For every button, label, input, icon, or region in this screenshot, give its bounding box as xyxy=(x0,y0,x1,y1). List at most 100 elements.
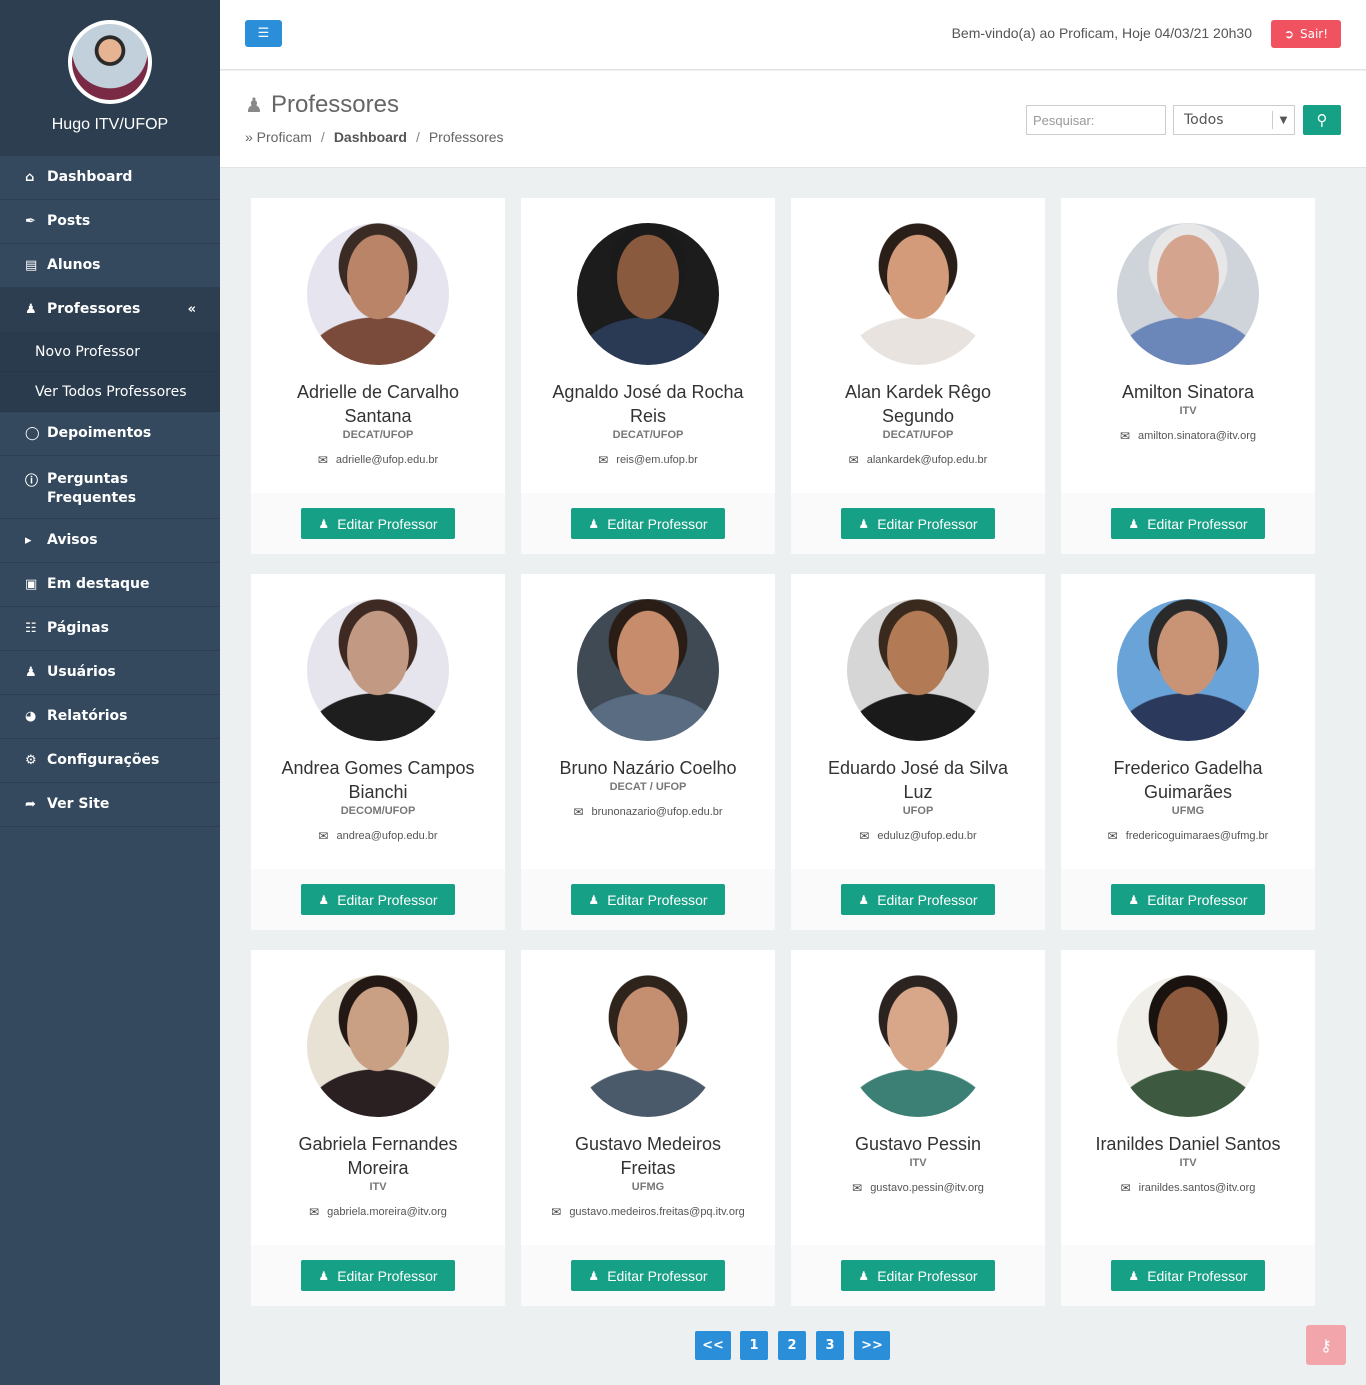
breadcrumb-proficam[interactable]: » Proficam xyxy=(245,129,312,145)
edit-professor-label: Editar Professor xyxy=(877,1267,978,1284)
sitemap-icon: ☷ xyxy=(25,621,37,636)
edit-professor-button[interactable]: ♟ Editar Professor xyxy=(571,508,725,539)
user-icon: ♟ xyxy=(1128,892,1140,907)
edit-professor-button[interactable]: ♟ Editar Professor xyxy=(841,1260,995,1291)
professor-institution: ITV xyxy=(369,1181,387,1193)
logout-button[interactable]: ➲ Sair! xyxy=(1271,20,1341,48)
professor-card-footer: ♟ Editar Professor xyxy=(251,1245,505,1306)
breadcrumb: » Proficam / Dashboard / Professores xyxy=(245,129,504,145)
envelope-icon: ✉ xyxy=(318,829,329,843)
edit-professor-button[interactable]: ♟ Editar Professor xyxy=(1111,884,1265,915)
breadcrumb-dashboard[interactable]: Dashboard xyxy=(334,129,407,145)
key-icon: ⚷ xyxy=(1320,1335,1332,1355)
pagination-page-3[interactable]: 3 xyxy=(816,1331,844,1360)
professor-photo xyxy=(1117,223,1259,365)
professor-email-text: amilton.sinatora@itv.org xyxy=(1138,430,1257,442)
sidebar-item-ver-site[interactable]: ➦ Ver Site xyxy=(0,783,220,827)
filter-select[interactable]: Todos ▼ xyxy=(1173,105,1295,135)
pagination-page-2[interactable]: 2 xyxy=(778,1331,806,1360)
edit-professor-button[interactable]: ♟ Editar Professor xyxy=(841,884,995,915)
avatar[interactable] xyxy=(68,20,152,104)
sidebar-item-perguntas-frequentes[interactable]: ⓘ Perguntas Frequentes xyxy=(0,456,220,519)
professor-email-text: alankardek@ufop.edu.br xyxy=(866,454,988,466)
edit-professor-button[interactable]: ♟ Editar Professor xyxy=(1111,1260,1265,1291)
sidebar-item-professores[interactable]: ♟ Professores « xyxy=(0,288,220,332)
sidebar-item-alunos[interactable]: ▤ Alunos xyxy=(0,244,220,288)
professor-card-footer: ♟ Editar Professor xyxy=(521,493,775,554)
pagination-next-button[interactable]: >> xyxy=(854,1331,890,1360)
edit-professor-label: Editar Professor xyxy=(337,891,438,908)
sidebar-item-dashboard[interactable]: ⌂ Dashboard xyxy=(0,156,220,200)
profile-section: Hugo ITV/UFOP xyxy=(0,0,220,156)
professor-institution: UFOP xyxy=(902,805,934,817)
professor-photo xyxy=(577,223,719,365)
professor-email-text: andrea@ufop.edu.br xyxy=(336,830,438,842)
page-title-text: Professores xyxy=(270,91,399,118)
professor-card-body: Frederico Gadelha Guimarães UFMG ✉ frederic… xyxy=(1061,574,1315,869)
sidebar-item-label: Usuários xyxy=(47,664,116,680)
user-icon: ♟ xyxy=(588,1268,600,1283)
edit-professor-button[interactable]: ♟ Editar Professor xyxy=(301,1260,455,1291)
filter-select-value: Todos xyxy=(1184,112,1224,128)
sidebar-item-label: Professores xyxy=(47,301,141,317)
sidebar-item-depoimentos[interactable]: ◯ Depoimentos xyxy=(0,412,220,456)
breadcrumb-separator: / xyxy=(320,129,325,145)
search-input[interactable] xyxy=(1026,105,1166,135)
page-header: ♟ Professores » Proficam / Dashboard / Profe… xyxy=(220,71,1366,168)
edit-professor-button[interactable]: ♟ Editar Professor xyxy=(301,508,455,539)
sidebar-item-label: Ver Site xyxy=(47,796,110,812)
envelope-icon: ✉ xyxy=(1107,829,1118,843)
sidebar-item-paginas[interactable]: ☷ Páginas xyxy=(0,607,220,651)
professor-card-footer: ♟ Editar Professor xyxy=(791,1245,1045,1306)
key-shortcut-button[interactable]: ⚷ xyxy=(1306,1325,1346,1365)
edit-professor-button[interactable]: ♟ Editar Professor xyxy=(1111,508,1265,539)
professor-institution: DECAT / UFOP xyxy=(609,781,687,793)
page-title: ♟ Professores xyxy=(245,91,399,119)
sidebar-subitem-ver-todos-professores[interactable]: Ver Todos Professores xyxy=(0,372,220,412)
sidebar-item-relatorios[interactable]: ◕ Relatórios xyxy=(0,695,220,739)
sidebar-subitem-novo-professor[interactable]: Novo Professor xyxy=(0,332,220,372)
professor-email-text: gustavo.medeiros.freitas@pq.itv.org xyxy=(569,1206,745,1218)
search-button[interactable]: ⚲ xyxy=(1303,105,1341,135)
edit-professor-button[interactable]: ♟ Editar Professor xyxy=(841,508,995,539)
collapse-chevron-icon[interactable]: « xyxy=(188,302,196,317)
users-icon: ♟ xyxy=(25,665,37,680)
gears-icon: ⚙ xyxy=(25,753,37,768)
sidebar-item-usuarios[interactable]: ♟ Usuários xyxy=(0,651,220,695)
professor-photo xyxy=(307,975,449,1117)
menu-toggle-button[interactable]: ☰ xyxy=(245,20,282,47)
envelope-icon: ✉ xyxy=(852,1181,863,1195)
user-icon: ♟ xyxy=(318,892,330,907)
professor-photo xyxy=(307,599,449,741)
user-icon: ♟ xyxy=(1128,1268,1140,1283)
edit-professor-label: Editar Professor xyxy=(337,515,438,532)
logout-icon: ➲ xyxy=(1283,27,1294,41)
user-icon: ♟ xyxy=(1128,516,1140,531)
pie-chart-icon: ◕ xyxy=(25,709,37,724)
professor-photo xyxy=(1117,599,1259,741)
professor-email-text: brunonazario@ufop.edu.br xyxy=(591,806,723,818)
edit-professor-button[interactable]: ♟ Editar Professor xyxy=(571,1260,725,1291)
envelope-icon: ✉ xyxy=(1119,429,1131,443)
envelope-icon: ✉ xyxy=(309,1205,320,1219)
professor-email-text: eduluz@ufop.edu.br xyxy=(877,830,977,842)
sidebar-item-em-destaque[interactable]: ▣ Em destaque xyxy=(0,563,220,607)
sidebar-item-posts[interactable]: ✒ Posts xyxy=(0,200,220,244)
edit-professor-button[interactable]: ♟ Editar Professor xyxy=(571,884,725,915)
pagination-page-1[interactable]: 1 xyxy=(740,1331,768,1360)
chevron-down-icon: ▼ xyxy=(1272,111,1294,129)
professor-card-body: Gustavo Medeiros Freitas UFMG ✉ gustavo.med… xyxy=(521,950,775,1245)
envelope-icon: ✉ xyxy=(848,453,859,467)
professor-card-body: Gabriela Fernandes Moreira ITV ✉ gabriela.m… xyxy=(251,950,505,1245)
professor-card-body: Alan Kardek Rêgo Segundo DECAT/UFOP ✉ alank… xyxy=(791,198,1045,493)
sidebar-item-label: Depoimentos xyxy=(47,425,152,441)
professor-email: ✉ andrea@ufop.edu.br xyxy=(318,829,437,843)
professor-email-text: gustavo.pessin@itv.org xyxy=(870,1182,984,1194)
sidebar-item-configuracoes[interactable]: ⚙ Configurações xyxy=(0,739,220,783)
professor-institution: DECOM/UFOP xyxy=(340,805,416,817)
professor-card: Adrielle de Carvalho Santana DECAT/UFOP ✉ a… xyxy=(251,198,505,554)
sidebar-item-avisos[interactable]: ▸ Avisos xyxy=(0,519,220,563)
pagination-prev-button[interactable]: << xyxy=(695,1331,731,1360)
home-icon: ⌂ xyxy=(25,170,35,185)
edit-professor-button[interactable]: ♟ Editar Professor xyxy=(301,884,455,915)
